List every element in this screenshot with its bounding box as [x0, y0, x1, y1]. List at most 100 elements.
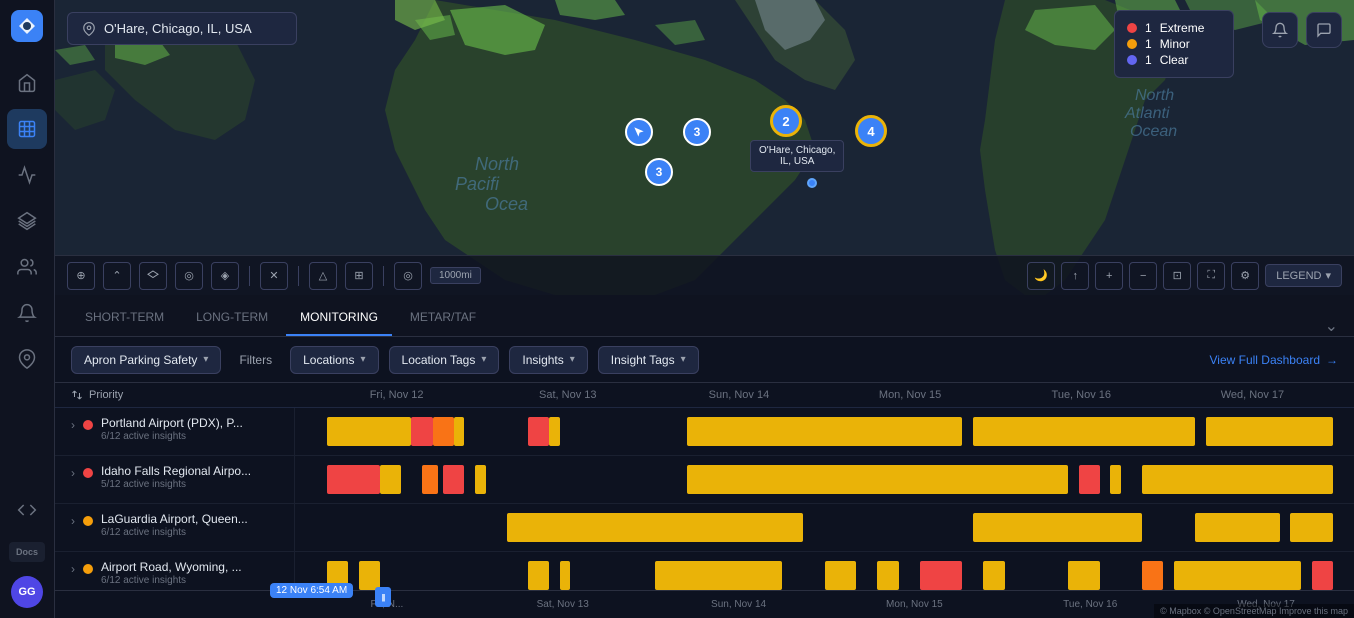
- night-mode-button[interactable]: 🌙: [1027, 262, 1055, 290]
- cluster-marker-3a[interactable]: 3: [645, 158, 673, 186]
- sidebar-item-map[interactable]: [7, 109, 47, 149]
- date-col-4: Tue, Nov 16: [996, 389, 1167, 401]
- zoom-reset-button[interactable]: ⊡: [1163, 262, 1191, 290]
- row-label-1[interactable]: › Idaho Falls Regional Airpo... 5/12 act…: [55, 456, 295, 503]
- fullscreen-button[interactable]: ⛶: [1197, 262, 1225, 290]
- sidebar-item-location[interactable]: [7, 339, 47, 379]
- tooltip-text2: IL, USA: [780, 156, 814, 167]
- sidebar-item-users[interactable]: [7, 247, 47, 287]
- tab-monitoring[interactable]: MONITORING: [286, 300, 392, 336]
- legend-chevron: ▾: [1325, 269, 1331, 282]
- ctrl-btn-4[interactable]: ◎: [175, 262, 203, 290]
- north-button[interactable]: ↑: [1061, 262, 1089, 290]
- docs-label: Docs: [16, 547, 38, 557]
- date-columns-header: Fri, Nov 12 Sat, Nov 13 Sun, Nov 14 Mon,…: [311, 389, 1338, 401]
- insight-tags-chevron: ▾: [681, 354, 686, 365]
- extreme-dot: [1127, 23, 1137, 33]
- bar-seg: [920, 561, 962, 589]
- filters-button[interactable]: Filters: [231, 347, 280, 373]
- ctrl-btn-6[interactable]: ✕: [260, 262, 288, 290]
- date-col-1: Sat, Nov 13: [482, 389, 653, 401]
- bar-seg: [549, 417, 560, 445]
- insights-filter[interactable]: Insights ▾: [509, 346, 587, 374]
- date-col-2: Sun, Nov 14: [653, 389, 824, 401]
- cursor-icon: [632, 125, 646, 139]
- table-row: › Portland Airport (PDX), P... 6/12 acti…: [55, 408, 1354, 456]
- bottom-date-1: Sat, Nov 13: [475, 599, 651, 610]
- sidebar-item-chart[interactable]: [7, 155, 47, 195]
- zoom-out-button[interactable]: −: [1129, 262, 1157, 290]
- tabs-bar: SHORT-TERM LONG-TERM MONITORING METAR/TA…: [55, 295, 1354, 337]
- alert-item-minor: 1 Minor: [1127, 37, 1221, 51]
- sidebar-item-alert[interactable]: [7, 293, 47, 333]
- alert-legend: 1 Extreme 1 Minor 1 Clear: [1114, 10, 1234, 78]
- sidebar-item-code[interactable]: [7, 490, 47, 530]
- row-label-2[interactable]: › LaGuardia Airport, Queen... 6/12 activ…: [55, 504, 295, 551]
- category-filter[interactable]: Apron Parking Safety ▾: [71, 346, 221, 374]
- row-expand-3[interactable]: ›: [71, 562, 75, 576]
- bar-seg: [687, 417, 962, 445]
- row-label-0[interactable]: › Portland Airport (PDX), P... 6/12 acti…: [55, 408, 295, 455]
- layers-button[interactable]: [139, 262, 167, 290]
- row-expand-2[interactable]: ›: [71, 514, 75, 528]
- location-tags-filter[interactable]: Location Tags ▾: [389, 346, 500, 374]
- clear-label: Clear: [1160, 53, 1189, 67]
- row-expand-1[interactable]: ›: [71, 466, 75, 480]
- tab-long-term[interactable]: LONG-TERM: [182, 300, 282, 336]
- ctrl-btn-5[interactable]: ◈: [211, 262, 239, 290]
- sidebar-item-docs[interactable]: Docs: [9, 542, 45, 562]
- cluster-marker-4[interactable]: 4: [855, 115, 887, 147]
- chat-button[interactable]: [1306, 12, 1342, 48]
- cluster-marker-2[interactable]: 2: [770, 105, 802, 137]
- bar-seg: [1206, 417, 1333, 445]
- view-full-dashboard-button[interactable]: View Full Dashboard →: [1209, 353, 1338, 367]
- extreme-count: 1: [1145, 21, 1152, 35]
- view-full-label: View Full Dashboard: [1209, 353, 1320, 367]
- priority-column-header: Priority: [71, 389, 311, 401]
- timeline-scrubber[interactable]: |||: [375, 587, 391, 607]
- row-bars-2: [295, 504, 1354, 551]
- ctrl-btn-9[interactable]: ◎: [394, 262, 422, 290]
- timeline-area[interactable]: Priority Fri, Nov 12 Sat, Nov 13 Sun, No…: [55, 383, 1354, 613]
- expand-button[interactable]: ⌃: [103, 262, 131, 290]
- cluster-marker-1[interactable]: [625, 118, 653, 146]
- insight-tags-filter[interactable]: Insight Tags ▾: [598, 346, 699, 374]
- locations-filter[interactable]: Locations ▾: [290, 346, 378, 374]
- tab-short-term[interactable]: SHORT-TERM: [71, 300, 178, 336]
- location-search-bar[interactable]: O'Hare, Chicago, IL, USA: [67, 12, 297, 45]
- bar-seg: [507, 513, 804, 541]
- category-chevron: ▾: [203, 354, 208, 365]
- ctrl-btn-7[interactable]: △: [309, 262, 337, 290]
- app-logo[interactable]: [11, 10, 43, 42]
- bar-seg: [433, 417, 454, 445]
- location-icon: [82, 22, 96, 36]
- location-pin[interactable]: [807, 178, 817, 188]
- locations-chevron: ▾: [360, 354, 365, 365]
- ctrl-btn-8[interactable]: ⊞: [345, 262, 373, 290]
- time-cursor-label: 12 Nov 6:54 AM: [276, 585, 347, 596]
- bar-container-2: [295, 504, 1354, 551]
- zoom-in-button[interactable]: +: [1095, 262, 1123, 290]
- tab-metar-taf[interactable]: METAR/TAF: [396, 300, 490, 336]
- legend-button[interactable]: LEGEND ▾: [1265, 264, 1342, 287]
- settings-button[interactable]: ⚙: [1231, 262, 1259, 290]
- tab-expand-button[interactable]: ⌄: [1325, 316, 1338, 336]
- category-label: Apron Parking Safety: [84, 353, 197, 367]
- clear-count: 1: [1145, 53, 1152, 67]
- user-avatar[interactable]: GG: [11, 576, 43, 608]
- bar-seg: [877, 561, 898, 589]
- crosshair-button[interactable]: ⊕: [67, 262, 95, 290]
- map-area[interactable]: North Pacifi Ocea North Atlanti Ocean O'…: [55, 0, 1354, 295]
- insight-tags-label: Insight Tags: [611, 353, 675, 367]
- notification-button[interactable]: [1262, 12, 1298, 48]
- bar-seg: [1142, 465, 1333, 493]
- bar-seg: [475, 465, 486, 493]
- sort-icon: [71, 389, 83, 401]
- sidebar-item-layers[interactable]: [7, 201, 47, 241]
- tooltip-text: O'Hare, Chicago,: [759, 145, 835, 156]
- svg-text:Ocean: Ocean: [1130, 123, 1177, 140]
- row-expand-0[interactable]: ›: [71, 418, 75, 432]
- cluster-marker-3b[interactable]: 3: [683, 118, 711, 146]
- sidebar-item-home[interactable]: [7, 63, 47, 103]
- location-tags-chevron: ▾: [481, 354, 486, 365]
